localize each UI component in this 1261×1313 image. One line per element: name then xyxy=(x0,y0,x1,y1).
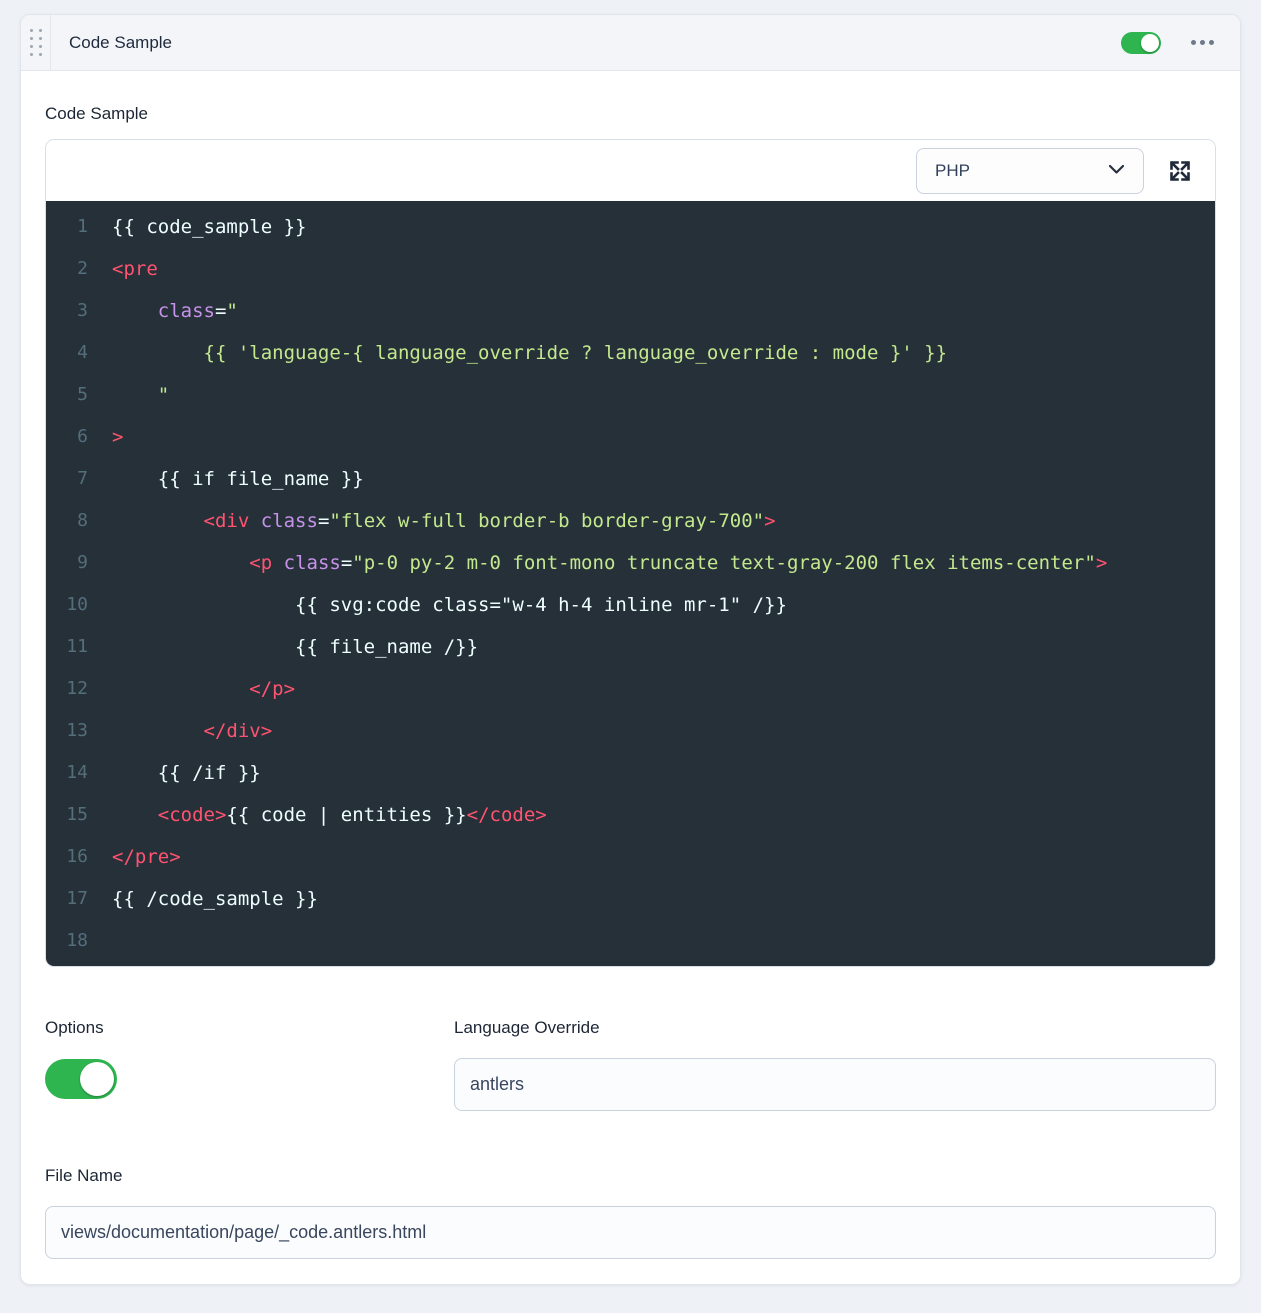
chevron-down-icon xyxy=(1108,162,1125,180)
line-number: 8 xyxy=(46,500,88,542)
language-override-block: Language Override xyxy=(454,1017,1216,1111)
code-line: 16</pre> xyxy=(46,836,1215,878)
drag-handle[interactable] xyxy=(21,15,51,70)
line-number: 3 xyxy=(46,290,88,332)
code-line: 1{{ code_sample }} xyxy=(46,206,1215,248)
line-number: 7 xyxy=(46,458,88,500)
code-editor[interactable]: 1{{ code_sample }}2<pre3 class="4 {{ 'la… xyxy=(46,201,1215,966)
code-line-content: {{ code_sample }} xyxy=(88,206,306,248)
language-override-label: Language Override xyxy=(454,1017,1216,1039)
code-line: 8 <div class="flex w-full border-b borde… xyxy=(46,500,1215,542)
file-name-block: File Name xyxy=(45,1165,1216,1259)
code-line: 9 <p class="p-0 py-2 m-0 font-mono trunc… xyxy=(46,542,1215,584)
code-line: 18 xyxy=(46,920,1215,962)
code-line: 14 {{ /if }} xyxy=(46,752,1215,794)
line-number: 13 xyxy=(46,710,88,752)
line-number: 4 xyxy=(46,332,88,374)
code-sample-field-card: Code Sample Code Sample PHP xyxy=(20,14,1241,1285)
line-number: 9 xyxy=(46,542,88,584)
code-line: 17{{ /code_sample }} xyxy=(46,878,1215,920)
code-line-content xyxy=(88,920,112,962)
file-name-label: File Name xyxy=(45,1165,1216,1187)
options-row: Options Language Override xyxy=(45,1017,1216,1111)
code-line: 3 class=" xyxy=(46,290,1215,332)
line-number: 15 xyxy=(46,794,88,836)
field-header-title: Code Sample xyxy=(51,33,172,53)
code-line-content: <pre xyxy=(88,248,158,290)
code-line-content: {{ /code_sample }} xyxy=(88,878,318,920)
code-line: 11 {{ file_name /}} xyxy=(46,626,1215,668)
code-line-content: </pre> xyxy=(88,836,181,878)
code-line-content: </p> xyxy=(88,668,295,710)
fullscreen-button[interactable] xyxy=(1168,159,1192,183)
code-line: 13 </div> xyxy=(46,710,1215,752)
language-override-input[interactable] xyxy=(454,1058,1216,1111)
code-line: 10 {{ svg:code class="w-4 h-4 inline mr-… xyxy=(46,584,1215,626)
code-line-content: <code>{{ code | entities }}</code> xyxy=(88,794,547,836)
line-number: 17 xyxy=(46,878,88,920)
line-number: 1 xyxy=(46,206,88,248)
code-line-content: {{ if file_name }} xyxy=(88,458,364,500)
line-number: 11 xyxy=(46,626,88,668)
line-number: 2 xyxy=(46,248,88,290)
code-line: 2<pre xyxy=(46,248,1215,290)
code-line: 5 " xyxy=(46,374,1215,416)
code-line-content: </div> xyxy=(88,710,272,752)
code-editor-toolbar: PHP xyxy=(46,140,1215,201)
header-actions xyxy=(1121,15,1240,70)
field-body: Code Sample PHP xyxy=(21,71,1240,1259)
drag-handle-icon xyxy=(30,29,42,56)
code-line: 7 {{ if file_name }} xyxy=(46,458,1215,500)
ellipsis-icon xyxy=(1191,40,1196,45)
options-label: Options xyxy=(45,1017,430,1039)
code-line-content: class=" xyxy=(88,290,238,332)
options-block: Options xyxy=(45,1017,430,1111)
line-number: 14 xyxy=(46,752,88,794)
language-select[interactable]: PHP xyxy=(916,148,1144,194)
options-toggle[interactable] xyxy=(45,1059,117,1099)
code-line-content: <div class="flex w-full border-b border-… xyxy=(88,500,776,542)
language-select-value: PHP xyxy=(935,161,970,181)
code-line-content: <p class="p-0 py-2 m-0 font-mono truncat… xyxy=(88,542,1107,584)
code-line-content: > xyxy=(88,416,123,458)
line-number: 18 xyxy=(46,920,88,962)
line-number: 5 xyxy=(46,374,88,416)
line-number: 16 xyxy=(46,836,88,878)
code-sample-label: Code Sample xyxy=(45,71,1216,139)
code-line-content: " xyxy=(88,374,169,416)
line-number: 10 xyxy=(46,584,88,626)
code-line: 4 {{ 'language-{ language_override ? lan… xyxy=(46,332,1215,374)
code-line-content: {{ file_name /}} xyxy=(88,626,478,668)
toggle-knob xyxy=(80,1062,114,1096)
line-number: 6 xyxy=(46,416,88,458)
code-editor-container: PHP xyxy=(45,139,1216,967)
toggle-knob xyxy=(1141,34,1159,52)
line-number: 12 xyxy=(46,668,88,710)
field-header: Code Sample xyxy=(21,15,1240,71)
code-line: 15 <code>{{ code | entities }}</code> xyxy=(46,794,1215,836)
code-line-content: {{ svg:code class="w-4 h-4 inline mr-1" … xyxy=(88,584,787,626)
file-name-input[interactable] xyxy=(45,1206,1216,1259)
code-line-content: {{ /if }} xyxy=(88,752,261,794)
ellipsis-menu-button[interactable] xyxy=(1191,34,1214,51)
fullscreen-icon xyxy=(1168,171,1192,186)
code-line-content: {{ 'language-{ language_override ? langu… xyxy=(88,332,947,374)
code-line: 12 </p> xyxy=(46,668,1215,710)
code-line: 6> xyxy=(46,416,1215,458)
field-enabled-toggle[interactable] xyxy=(1121,32,1161,54)
